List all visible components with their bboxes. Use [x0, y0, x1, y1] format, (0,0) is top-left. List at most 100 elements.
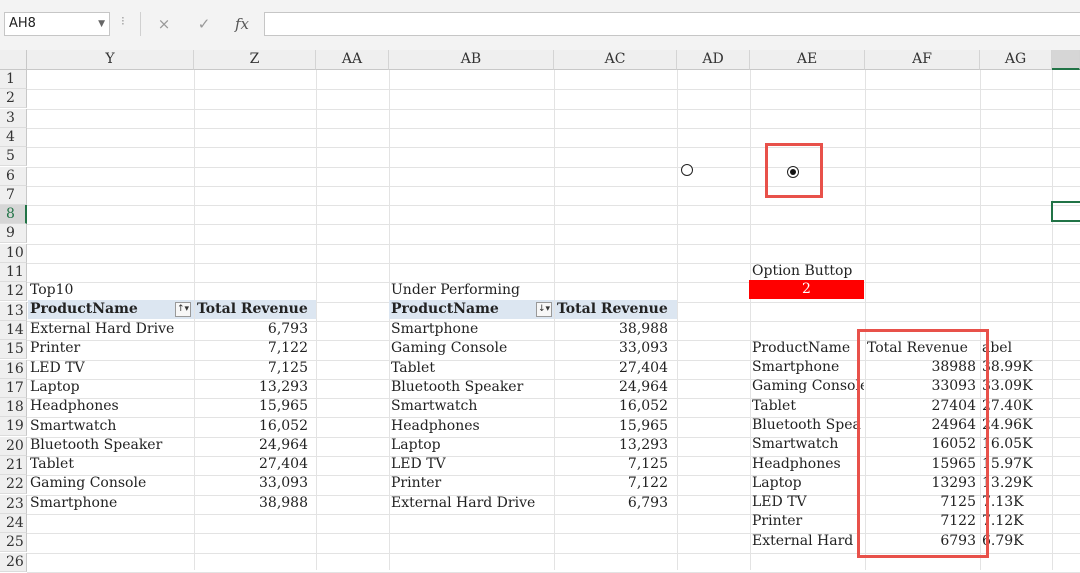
row-header[interactable]: 5 — [0, 147, 27, 166]
under-cell-revenue: 6,793 — [627, 495, 668, 511]
under-cell-product: Smartwatch — [391, 398, 478, 414]
chevron-down-icon[interactable]: ▼ — [98, 13, 105, 35]
row-header[interactable]: 23 — [0, 495, 27, 514]
column-header-z[interactable]: Z — [194, 50, 316, 70]
option-linked-cell[interactable]: 2 — [749, 280, 864, 299]
row-header[interactable]: 14 — [0, 321, 27, 340]
row-header[interactable]: 17 — [0, 379, 27, 398]
column-header-ac[interactable]: AC — [554, 50, 677, 70]
grid-line — [27, 128, 1080, 129]
grid-line — [27, 263, 1080, 264]
grid-line — [27, 224, 1080, 225]
under-header-product: ProductName — [389, 300, 554, 319]
under-cell-product: Printer — [391, 475, 442, 491]
row-header[interactable]: 24 — [0, 514, 27, 533]
cancel-icon[interactable]: × — [152, 12, 176, 36]
result-cell-label: 7.12K — [982, 513, 1024, 529]
column-header-ae[interactable]: AE — [750, 50, 865, 70]
under-cell-product: LED TV — [391, 456, 446, 472]
grid-line — [27, 244, 1080, 245]
top10-cell-product: Tablet — [30, 456, 74, 472]
grid-line — [27, 89, 1080, 90]
under-title: Under Performing — [391, 282, 521, 298]
row-header[interactable]: 8 — [0, 205, 27, 224]
column-header-aa[interactable]: AA — [316, 50, 389, 70]
row-header[interactable]: 6 — [0, 167, 27, 186]
row-header[interactable]: 2 — [0, 89, 27, 108]
row-header[interactable]: 15 — [0, 340, 27, 359]
result-cell-label: 16.05K — [982, 436, 1033, 452]
row-header[interactable]: 18 — [0, 398, 27, 417]
result-cell-label: 6.79K — [982, 533, 1024, 549]
under-cell-product: Headphones — [391, 418, 480, 434]
result-cell-label: 33.09K — [982, 378, 1033, 394]
under-cell-revenue: 16,052 — [619, 398, 668, 414]
under-cell-product: Tablet — [391, 360, 435, 376]
column-header-ab[interactable]: AB — [389, 50, 554, 70]
option-button-1[interactable] — [681, 164, 693, 176]
row-header[interactable]: 13 — [0, 302, 27, 321]
insert-function-icon[interactable]: fx — [230, 12, 254, 36]
sort-filter-icon[interactable]: ↑▾ — [175, 302, 191, 317]
row-header[interactable]: 19 — [0, 417, 27, 436]
column-header-ad[interactable]: AD — [677, 50, 750, 70]
top10-cell-product: Smartphone — [30, 495, 118, 511]
row-header[interactable]: 26 — [0, 553, 27, 572]
under-cell-product: Gaming Console — [391, 340, 508, 356]
top10-cell-revenue: 7,125 — [267, 360, 308, 376]
row-header[interactable]: 12 — [0, 282, 27, 301]
row-header[interactable]: 21 — [0, 456, 27, 475]
under-cell-product: Bluetooth Speaker — [391, 379, 524, 395]
top10-cell-product: Headphones — [30, 398, 119, 414]
row-header[interactable]: 7 — [0, 186, 27, 205]
under-cell-revenue: 27,404 — [619, 360, 668, 376]
option-label: Option Buttop — [752, 263, 853, 279]
top10-cell-revenue: 33,093 — [259, 475, 308, 491]
grid-line — [27, 186, 1080, 187]
row-header[interactable]: 11 — [0, 263, 27, 282]
select-all-corner[interactable] — [0, 50, 27, 70]
top10-cell-revenue: 16,052 — [259, 418, 308, 434]
top10-title: Top10 — [30, 282, 74, 298]
sort-filter-icon[interactable]: ↓▾ — [536, 302, 552, 317]
row-header[interactable]: 1 — [0, 70, 27, 89]
selected-cell-ah8[interactable] — [1051, 201, 1080, 222]
row-header[interactable]: 25 — [0, 533, 27, 552]
more-icon: ⁝ — [121, 14, 125, 28]
top10-cell-revenue: 7,122 — [267, 340, 308, 356]
result-cell-product: Headphones — [752, 456, 841, 472]
result-cell-product: Printer — [752, 513, 803, 529]
highlight-box-option — [765, 143, 823, 198]
formula-input[interactable] — [264, 12, 1080, 36]
column-header-y[interactable]: Y — [27, 50, 194, 70]
row-header[interactable]: 9 — [0, 224, 27, 243]
under-cell-revenue: 38,988 — [619, 321, 668, 337]
row-header[interactable]: 16 — [0, 360, 27, 379]
under-cell-revenue: 7,125 — [627, 456, 668, 472]
result-cell-product: LED TV — [752, 494, 807, 510]
top10-cell-product: Smartwatch — [30, 418, 117, 434]
row-header[interactable]: 3 — [0, 109, 27, 128]
result-cell-product: Tablet — [752, 398, 796, 414]
enter-icon[interactable]: ✓ — [192, 12, 216, 36]
column-header-ag[interactable]: AG — [980, 50, 1052, 70]
row-header[interactable]: 4 — [0, 128, 27, 147]
top10-cell-product: Laptop — [30, 379, 80, 395]
row-header[interactable]: 20 — [0, 437, 27, 456]
under-cell-product: Smartphone — [391, 321, 479, 337]
result-cell-product: External Hard — [752, 533, 854, 549]
row-header[interactable]: 10 — [0, 244, 27, 263]
result-cell-label: 13.29K — [982, 475, 1033, 491]
grid-line — [27, 167, 1080, 168]
under-cell-revenue: 7,122 — [627, 475, 668, 491]
column-header-af[interactable]: AF — [865, 50, 980, 70]
result-cell-product: Smartwatch — [752, 436, 839, 452]
result-cell-product: Laptop — [752, 475, 802, 491]
top10-cell-product: Bluetooth Speaker — [30, 437, 163, 453]
row-header[interactable]: 22 — [0, 475, 27, 494]
grid-line — [27, 205, 1080, 206]
result-cell-product: Smartphone — [752, 359, 840, 375]
name-box[interactable]: AH8 ▼ — [4, 12, 110, 36]
column-header-ah[interactable] — [1052, 50, 1080, 70]
top10-cell-product: Gaming Console — [30, 475, 147, 491]
